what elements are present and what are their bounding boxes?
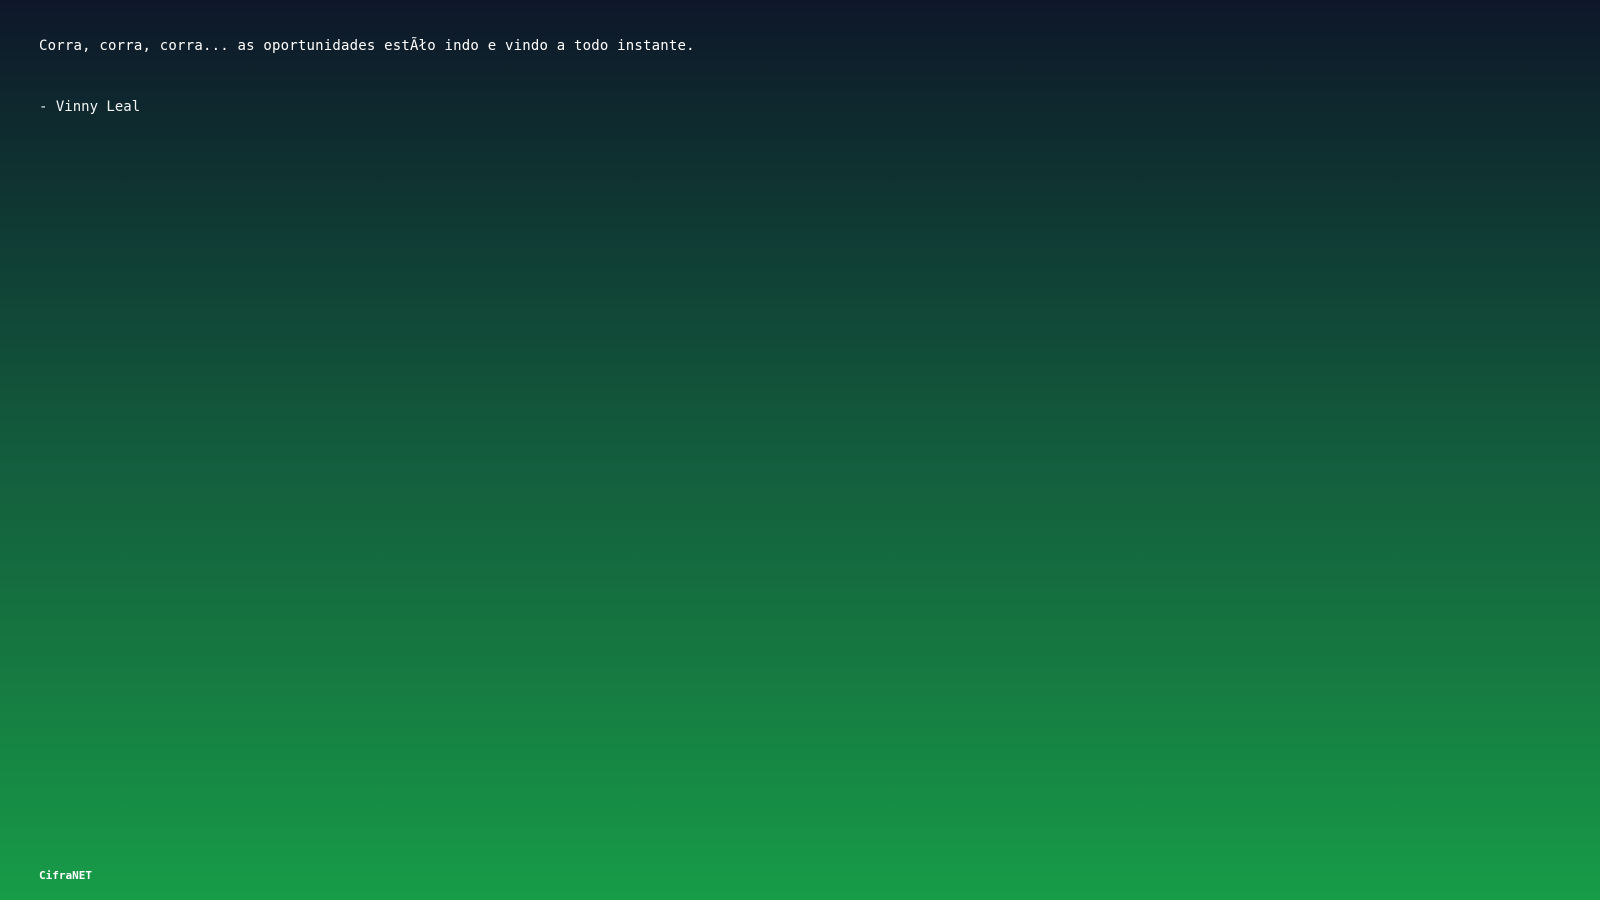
quote-author: - Vinny Leal (39, 99, 141, 115)
quote-text: Corra, corra, corra... as oportunidades … (39, 38, 695, 54)
quote-screen: Corra, corra, corra... as oportunidades … (0, 0, 1600, 900)
brand-label: CifraNET (39, 869, 92, 882)
